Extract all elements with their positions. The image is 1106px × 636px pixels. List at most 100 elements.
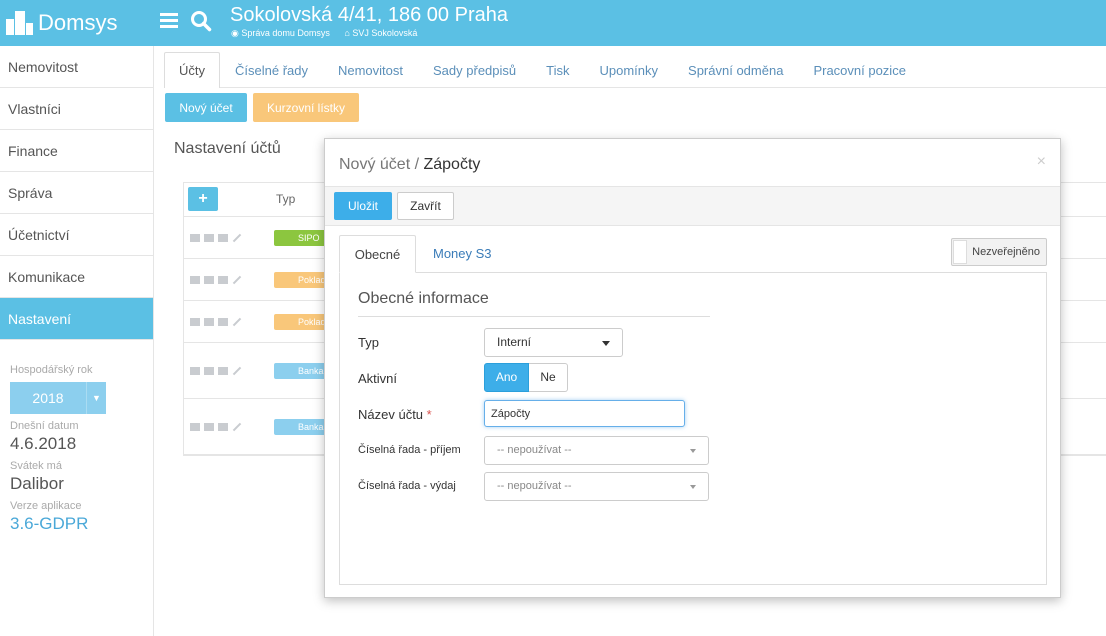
row-actions (190, 317, 242, 326)
series-income-value: -- nepoužívat -- (497, 444, 572, 456)
tab-sady-predpisu[interactable]: Sady předpisů (418, 52, 531, 87)
caret-down-icon[interactable]: ▼ (86, 382, 106, 414)
row-actions (190, 233, 242, 242)
list-icon[interactable] (218, 317, 228, 326)
app-name: Domsys (38, 10, 118, 35)
sidebar-item-sprava[interactable]: Správa (0, 172, 153, 214)
bank-icon[interactable] (190, 233, 200, 242)
tab-ciselne-rady[interactable]: Číselné řady (220, 52, 323, 87)
publish-toggle[interactable]: Nezveřejněno (951, 238, 1047, 266)
tag-icon[interactable] (204, 317, 214, 326)
tab-ucty[interactable]: Účty (164, 52, 220, 88)
caret-down-icon (602, 341, 610, 346)
row-actions (190, 275, 242, 284)
breadcrumb-item[interactable]: ⌂ SVJ Sokolovská (344, 28, 423, 38)
type-select-value: Interní (497, 335, 532, 349)
row-actions (190, 422, 242, 431)
sidebar-item-nastaveni[interactable]: Nastavení (0, 298, 153, 340)
tag-icon[interactable] (204, 422, 214, 431)
add-account-button[interactable]: + (188, 187, 218, 211)
tab-obecne[interactable]: Obecné (339, 235, 416, 273)
fiscal-year-value[interactable]: 2018 (10, 382, 86, 414)
caret-down-icon (690, 449, 696, 453)
close-button[interactable]: Zavřít (397, 192, 454, 220)
fiscal-year-select[interactable]: 2018 ▼ (10, 382, 106, 414)
bank-icon[interactable] (190, 317, 200, 326)
dialog-title: Nový účet / Zápočty (339, 156, 481, 173)
tab-money-s3[interactable]: Money S3 (433, 235, 492, 273)
bank-icon[interactable] (190, 275, 200, 284)
sidebar-item-komunikace[interactable]: Komunikace (0, 256, 153, 298)
active-toggle: Ano Ne (484, 363, 568, 392)
row-actions (190, 366, 242, 375)
exchange-rates-button[interactable]: Kurzovní lístky (253, 93, 359, 122)
series-expense-select[interactable]: -- nepoužívat -- (484, 472, 709, 501)
pencil-icon[interactable] (232, 317, 242, 326)
app-logo[interactable]: Domsys (0, 0, 154, 46)
pencil-icon[interactable] (232, 233, 242, 242)
pencil-icon[interactable] (232, 366, 242, 375)
version-label: Verze aplikace (10, 500, 82, 512)
sidebar-item-ucetnictvi[interactable]: Účetnictví (0, 214, 153, 256)
bank-icon[interactable] (190, 422, 200, 431)
nameday-label: Svátek má (10, 460, 62, 472)
type-label: Typ (358, 335, 379, 350)
list-icon[interactable] (218, 366, 228, 375)
new-account-dialog: Nový účet / Zápočty × Uložit Zavřít Obec… (324, 138, 1061, 598)
tag-icon[interactable] (204, 233, 214, 242)
list-icon[interactable] (218, 233, 228, 242)
series-income-select[interactable]: -- nepoužívat -- (484, 436, 709, 465)
active-label: Aktivní (358, 371, 398, 386)
sidebar-item-nemovitost[interactable]: Nemovitost (0, 46, 153, 88)
type-select[interactable]: Interní (484, 328, 623, 357)
sidebar-item-finance[interactable]: Finance (0, 130, 153, 172)
publish-toggle-label: Nezveřejněno (972, 246, 1040, 258)
breadcrumb-item[interactable]: ◉ Správa domu Domsys (231, 28, 336, 38)
dialog-body: Obecné informace Typ Interní Aktivní Ano… (339, 273, 1047, 585)
nameday-value: Dalibor (10, 474, 64, 493)
caret-down-icon (690, 485, 696, 489)
list-icon[interactable] (218, 422, 228, 431)
account-name-input[interactable] (484, 400, 685, 427)
column-header-type: Typ (276, 192, 296, 206)
breadcrumb: ◉ Správa domu Domsys ⌂ SVJ Sokolovská (231, 28, 429, 39)
settings-tabs: Účty Číselné řady Nemovitost Sady předpi… (164, 52, 1106, 88)
account-name-label: Název účtu * (358, 407, 432, 422)
dialog-toolbar: Uložit Zavřít (325, 186, 1060, 226)
save-button[interactable]: Uložit (334, 192, 392, 220)
tag-icon[interactable] (204, 366, 214, 375)
page-title: Nastavení účtů (174, 140, 281, 157)
tab-tisk[interactable]: Tisk (531, 52, 584, 87)
active-yes-button[interactable]: Ano (484, 363, 529, 392)
version-link[interactable]: 3.6-GDPR (10, 514, 143, 534)
pencil-icon[interactable] (232, 422, 242, 431)
new-account-button[interactable]: Nový účet (165, 93, 247, 122)
sidebar-info: Hospodářský rok 2018 ▼ Dnešní datum 4.6.… (0, 340, 153, 534)
search-icon[interactable] (190, 10, 212, 32)
series-expense-value: -- nepoužívat -- (497, 480, 572, 492)
bank-icon[interactable] (190, 366, 200, 375)
tab-nemovitost[interactable]: Nemovitost (323, 52, 418, 87)
series-income-label: Číselná řada - příjem (358, 444, 461, 456)
building-icon (6, 11, 36, 35)
close-icon[interactable]: × (1037, 153, 1046, 171)
property-address: Sokolovská 4/41, 186 00 Praha (230, 4, 508, 26)
top-bar: Domsys Sokolovská 4/41, 186 00 Praha ◉ S… (0, 0, 1106, 46)
dialog-tabs: Obecné Money S3 Nezveřejněno (339, 235, 1047, 273)
tab-spravni-odmena[interactable]: Správní odměna (673, 52, 798, 87)
tab-pracovni-pozice[interactable]: Pracovní pozice (798, 52, 921, 87)
pencil-icon[interactable] (232, 275, 242, 284)
toggle-knob (953, 240, 967, 264)
hamburger-menu-icon[interactable] (160, 13, 178, 29)
tab-upominky[interactable]: Upomínky (585, 52, 674, 87)
fiscal-year-label: Hospodářský rok (10, 364, 93, 376)
active-no-button[interactable]: Ne (529, 363, 568, 392)
list-icon[interactable] (218, 275, 228, 284)
tag-icon[interactable] (204, 275, 214, 284)
today-value: 4.6.2018 (10, 434, 77, 453)
required-mark: * (426, 407, 432, 422)
series-expense-label: Číselná řada - výdaj (358, 480, 456, 492)
sidebar-item-vlastnici[interactable]: Vlastníci (0, 88, 153, 130)
sidebar: Nemovitost Vlastníci Finance Správa Účet… (0, 46, 154, 636)
today-label: Dnešní datum (10, 420, 79, 432)
